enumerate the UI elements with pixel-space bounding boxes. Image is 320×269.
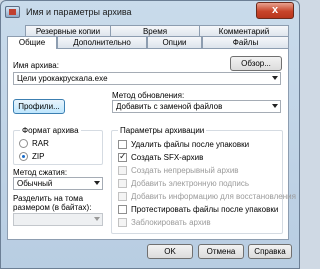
option-label: Удалить файлы после упаковки <box>131 140 250 149</box>
option-label: Протестировать файлы после упаковки <box>131 205 279 214</box>
option-label: Добавить информацию для восстановления <box>131 192 296 201</box>
option-label: Создать SFX-архив <box>131 153 204 162</box>
cancel-button[interactable]: Отмена <box>198 244 244 259</box>
compression-select[interactable]: Обычный <box>13 177 103 190</box>
tab-advanced[interactable]: Дополнительно <box>57 36 147 48</box>
archive-options-group: Параметры архивации Удалить файлы после … <box>111 126 296 234</box>
browse-button[interactable]: Обзор... <box>230 56 282 71</box>
update-method-label: Метод обновления: <box>112 91 185 100</box>
checkbox <box>118 179 127 188</box>
format-rar-label: RAR <box>32 139 49 148</box>
title-bar: Имя и параметры архива x <box>1 1 299 25</box>
ok-button[interactable]: OK <box>147 244 193 259</box>
radio-rar[interactable] <box>19 139 28 148</box>
split-label-line2: размером (в байтах): <box>13 203 92 212</box>
profiles-button[interactable]: Профили... <box>13 99 65 114</box>
split-volume-combobox[interactable] <box>13 213 103 226</box>
checkbox <box>118 166 127 175</box>
general-panel: Имя архива: Обзор... Цели урокакрускала.… <box>7 48 296 240</box>
archive-name-combobox[interactable]: Цели урокакрускала.exe <box>13 72 281 85</box>
window-title: Имя и параметры архива <box>26 7 132 17</box>
checkbox <box>118 218 127 227</box>
tab-files[interactable]: Файлы <box>202 36 289 48</box>
format-zip-label: ZIP <box>32 152 45 161</box>
archive-name-value: Цели урокакрускала.exe <box>17 74 108 83</box>
archive-format-group: Формат архива RAR ZIP <box>13 126 103 165</box>
update-method-select[interactable]: Добавить с заменой файлов <box>112 100 281 113</box>
option-label: Создать непрерывный архив <box>131 166 239 175</box>
radio-zip[interactable] <box>19 152 28 161</box>
compression-value: Обычный <box>17 179 53 188</box>
tab-options[interactable]: Опции <box>147 36 202 48</box>
chevron-down-icon[interactable] <box>272 104 278 108</box>
winrar-icon <box>5 6 20 18</box>
tab-general[interactable]: Общие <box>7 36 57 49</box>
chevron-down-icon[interactable] <box>272 76 278 80</box>
update-method-value: Добавить с заменой файлов <box>116 102 223 111</box>
checkbox[interactable] <box>118 205 127 214</box>
chevron-down-icon[interactable] <box>94 181 100 185</box>
help-button[interactable]: Справка <box>248 244 292 259</box>
close-button[interactable]: x <box>256 2 294 19</box>
option-label: Заблокировать архив <box>131 218 211 227</box>
chevron-down-icon[interactable] <box>94 217 100 221</box>
checkbox[interactable] <box>118 140 127 149</box>
archive-format-title: Формат архива <box>20 126 81 135</box>
checkbox[interactable] <box>118 151 127 162</box>
compression-label: Метод сжатия: <box>13 168 68 177</box>
split-label-line1: Разделить на тома <box>13 194 84 203</box>
archive-name-label: Имя архива: <box>13 61 59 70</box>
archive-dialog: Имя и параметры архива x Резервные копии… <box>0 0 300 269</box>
archive-options-title: Параметры архивации <box>118 126 207 135</box>
option-label: Добавить электронную подпись <box>131 179 250 188</box>
checkbox <box>118 192 127 201</box>
